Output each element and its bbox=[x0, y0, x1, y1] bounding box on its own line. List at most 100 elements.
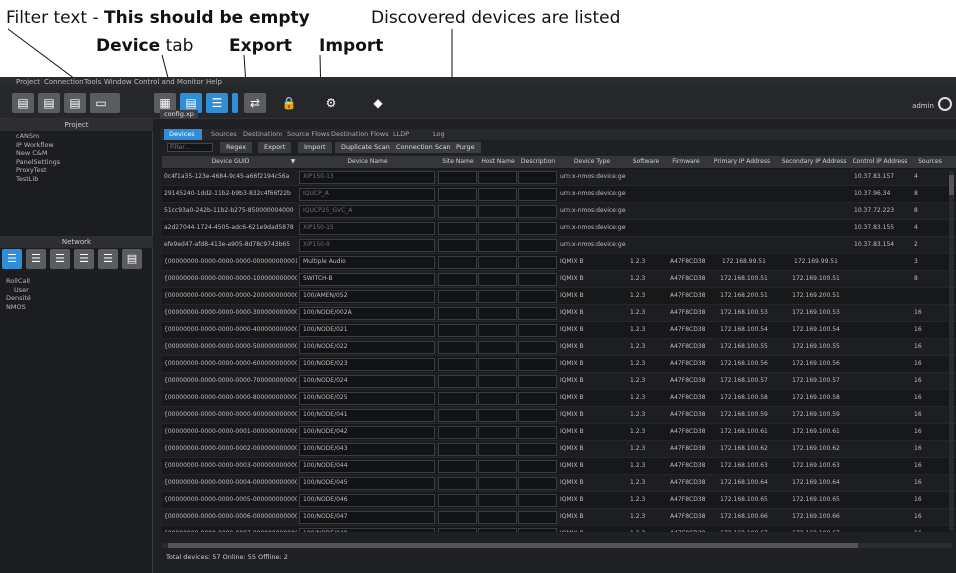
editable-cell[interactable] bbox=[438, 256, 477, 269]
toolbar-save-button[interactable]: ▤ bbox=[64, 93, 86, 113]
toolbar-tag-button[interactable]: ◆ bbox=[367, 93, 389, 113]
editable-cell[interactable] bbox=[518, 205, 557, 218]
editable-cell[interactable] bbox=[438, 443, 477, 456]
export-button[interactable]: Export bbox=[258, 142, 292, 153]
toolbar-link-button[interactable]: ⇄ bbox=[244, 93, 266, 113]
editable-cell[interactable] bbox=[478, 290, 517, 303]
table-row[interactable]: {00000000-0000-0000-0006-000000000000} 10… bbox=[162, 509, 956, 526]
column-header[interactable]: Device GUID bbox=[162, 156, 299, 168]
table-row[interactable]: 29145240-1dd2-11b2-b9b3-832c4f66f22b IQUC… bbox=[162, 186, 956, 203]
tab-devices[interactable]: Devices bbox=[164, 129, 202, 140]
editable-cell[interactable] bbox=[478, 426, 517, 439]
editable-cell[interactable] bbox=[438, 392, 477, 405]
vertical-scrollbar[interactable] bbox=[949, 171, 954, 531]
project-item[interactable]: cANSm bbox=[0, 132, 152, 141]
project-item[interactable]: PanelSettings bbox=[0, 158, 152, 167]
editable-cell[interactable] bbox=[438, 188, 477, 201]
table-row[interactable]: {00000000-0000-0000-0000-900000000000} 10… bbox=[162, 407, 956, 424]
editable-cell[interactable] bbox=[478, 494, 517, 507]
column-header[interactable]: Secondary IP Address bbox=[778, 156, 850, 168]
column-header[interactable]: Control IP Address bbox=[850, 156, 910, 168]
column-header[interactable]: Site Name bbox=[438, 156, 478, 168]
network-item[interactable]: User bbox=[0, 286, 152, 295]
network-item[interactable]: Densité bbox=[0, 294, 152, 303]
editable-cell[interactable] bbox=[478, 528, 517, 532]
scroll-thumb[interactable] bbox=[949, 175, 954, 195]
editable-cell[interactable] bbox=[438, 375, 477, 388]
document-tab[interactable]: config.xp bbox=[160, 110, 198, 119]
column-header[interactable]: Primary IP Address bbox=[706, 156, 778, 168]
editable-cell[interactable] bbox=[518, 375, 557, 388]
tab-log[interactable]: Log bbox=[428, 129, 450, 140]
editable-cell[interactable] bbox=[478, 477, 517, 490]
toolbar-edit-button[interactable] bbox=[232, 93, 238, 113]
table-row[interactable]: {00000000-0000-0000-0007-000000000000} 10… bbox=[162, 526, 956, 532]
table-row[interactable]: {00000000-0000-0000-0005-000000000000} 10… bbox=[162, 492, 956, 509]
table-row[interactable]: {00000000-0000-0000-0002-000000000000} 10… bbox=[162, 441, 956, 458]
editable-cell[interactable] bbox=[518, 341, 557, 354]
toolbar-open-button[interactable]: ▤ bbox=[38, 93, 60, 113]
table-row[interactable]: {00000000-0000-0000-0000-000000000001} Mu… bbox=[162, 254, 956, 271]
network-item[interactable]: NMOS bbox=[0, 303, 152, 312]
menu-help[interactable]: Help bbox=[206, 78, 222, 86]
editable-cell[interactable] bbox=[518, 460, 557, 473]
editable-cell[interactable] bbox=[438, 528, 477, 532]
project-item[interactable]: New C&M bbox=[0, 149, 152, 158]
editable-cell[interactable] bbox=[438, 222, 477, 235]
editable-cell[interactable] bbox=[518, 443, 557, 456]
toolbar-layout-button[interactable]: ▭ bbox=[90, 93, 120, 113]
toolbar-new-project-button[interactable]: ▤ bbox=[12, 93, 34, 113]
editable-cell[interactable] bbox=[438, 171, 477, 184]
table-row[interactable]: {00000000-0000-0000-0003-000000000000} 10… bbox=[162, 458, 956, 475]
table-row[interactable]: {00000000-0000-0000-0001-000000000000} 10… bbox=[162, 424, 956, 441]
editable-cell[interactable] bbox=[478, 341, 517, 354]
editable-cell[interactable] bbox=[518, 256, 557, 269]
editable-cell[interactable] bbox=[478, 239, 517, 252]
editable-cell[interactable] bbox=[518, 358, 557, 371]
table-row[interactable]: 0c4f1a35-123e-4684-9c45-a66f2194c56a XIP1… bbox=[162, 169, 956, 186]
table-row[interactable]: {00000000-0000-0000-0000-700000000000} 10… bbox=[162, 373, 956, 390]
editable-cell[interactable] bbox=[478, 273, 517, 286]
horizontal-scrollbar[interactable] bbox=[162, 543, 952, 548]
editable-cell[interactable] bbox=[438, 341, 477, 354]
editable-cell[interactable] bbox=[438, 239, 477, 252]
editable-cell[interactable] bbox=[438, 409, 477, 422]
menu-tools[interactable]: Tools bbox=[84, 78, 101, 86]
editable-cell[interactable] bbox=[478, 511, 517, 524]
tab-destination-flows[interactable]: Destination Flows bbox=[326, 129, 394, 140]
scroll-thumb[interactable] bbox=[168, 543, 858, 548]
network-group-icon[interactable]: ☰ bbox=[74, 249, 94, 269]
table-row[interactable]: a2d27044-1724-4505-adc6-621e9dad5878 XIP1… bbox=[162, 220, 956, 237]
editable-cell[interactable] bbox=[518, 511, 557, 524]
editable-cell[interactable] bbox=[478, 188, 517, 201]
editable-cell[interactable] bbox=[438, 477, 477, 490]
editable-cell[interactable] bbox=[438, 205, 477, 218]
table-row[interactable]: {00000000-0000-0000-0000-600000000000} 10… bbox=[162, 356, 956, 373]
menu-connection[interactable]: Connection bbox=[44, 78, 84, 86]
editable-cell[interactable] bbox=[438, 307, 477, 320]
filter-input[interactable]: Filter... bbox=[167, 143, 213, 152]
toolbar-network-button[interactable]: ☰ bbox=[206, 93, 228, 113]
editable-cell[interactable] bbox=[518, 528, 557, 532]
user-avatar-icon[interactable] bbox=[938, 97, 952, 111]
editable-cell[interactable] bbox=[518, 494, 557, 507]
editable-cell[interactable] bbox=[438, 324, 477, 337]
editable-cell[interactable] bbox=[518, 409, 557, 422]
editable-cell[interactable] bbox=[438, 494, 477, 507]
editable-cell[interactable] bbox=[518, 324, 557, 337]
column-header[interactable]: Host Name bbox=[478, 156, 518, 168]
editable-cell[interactable] bbox=[438, 290, 477, 303]
editable-cell[interactable] bbox=[478, 307, 517, 320]
duplicate-scan-button[interactable]: Duplicate Scan bbox=[335, 142, 396, 153]
editable-cell[interactable] bbox=[438, 511, 477, 524]
editable-cell[interactable] bbox=[478, 358, 517, 371]
table-row[interactable]: {00000000-0000-0000-0000-500000000000} 10… bbox=[162, 339, 956, 356]
network-item[interactable]: RollCall bbox=[0, 277, 152, 286]
import-button[interactable]: Import bbox=[298, 142, 332, 153]
editable-cell[interactable] bbox=[518, 239, 557, 252]
editable-cell[interactable] bbox=[518, 307, 557, 320]
editable-cell[interactable] bbox=[438, 426, 477, 439]
table-row[interactable]: {00000000-0000-0000-0000-400000000000} 10… bbox=[162, 322, 956, 339]
table-row[interactable]: {00000000-0000-0000-0000-800000000000} 10… bbox=[162, 390, 956, 407]
table-row[interactable]: 51cc93a0-242b-11b2-b275-850000004000 IQUC… bbox=[162, 203, 956, 220]
